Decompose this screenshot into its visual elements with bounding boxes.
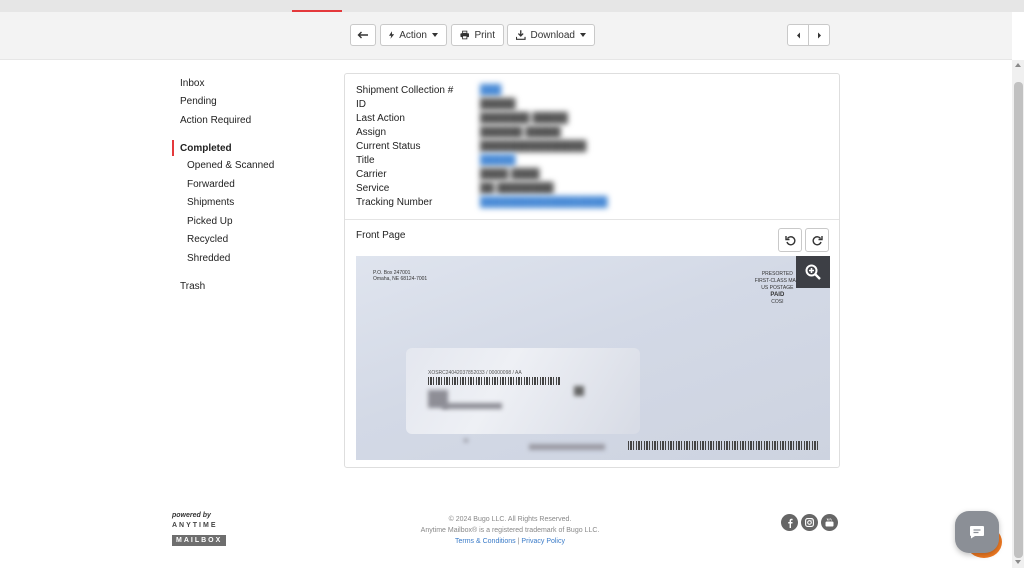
link-separator: | xyxy=(517,538,520,545)
field-value: ███████████████ xyxy=(480,141,587,152)
field-value[interactable]: ███ xyxy=(480,85,501,96)
sidebar-item-forwarded[interactable]: Forwarded xyxy=(187,179,235,190)
toolbar: Action Print Download xyxy=(0,12,1012,60)
sidebar-item-picked-up[interactable]: Picked Up xyxy=(187,216,233,227)
sidebar-item-action-required[interactable]: Action Required xyxy=(180,115,251,126)
chevron-left-icon xyxy=(796,32,800,38)
front-page-label: Front Page xyxy=(356,230,406,241)
sidebar-item-pending[interactable]: Pending xyxy=(180,96,217,107)
field-label: Carrier xyxy=(356,169,387,180)
youtube-link[interactable] xyxy=(821,514,838,531)
facebook-icon xyxy=(787,518,793,528)
download-icon xyxy=(516,30,526,40)
sidebar-item-inbox[interactable]: Inbox xyxy=(180,78,204,89)
next-item-button[interactable] xyxy=(808,24,830,46)
scroll-up-arrow-icon[interactable] xyxy=(1015,63,1021,67)
field-value: ███████ █████ xyxy=(480,113,568,124)
field-value: █████ xyxy=(480,99,516,110)
zoom-in-icon xyxy=(805,264,821,280)
redacted-mark xyxy=(574,386,584,396)
field-value: ████ ████ xyxy=(480,169,540,180)
rotate-right-icon xyxy=(812,235,823,245)
print-button-label: Print xyxy=(474,29,495,41)
back-button[interactable] xyxy=(350,24,376,46)
action-button-label: Action xyxy=(399,29,427,41)
arrow-left-icon xyxy=(357,31,368,39)
postal-barcode xyxy=(628,441,818,450)
facebook-link[interactable] xyxy=(781,514,798,531)
brand-anytime: ANYTIME xyxy=(172,522,218,529)
download-button-label: Download xyxy=(530,29,575,41)
sidebar-item-shredded[interactable]: Shredded xyxy=(187,253,230,264)
top-browser-strip xyxy=(0,0,1024,12)
field-label: Tracking Number xyxy=(356,197,433,208)
chat-icon xyxy=(970,526,984,539)
rotate-left-button[interactable] xyxy=(778,228,802,252)
sidebar-item-trash[interactable]: Trash xyxy=(180,281,205,292)
powered-by-text: powered by xyxy=(172,512,211,519)
trademark-text: Anytime Mailbox® is a registered tradema… xyxy=(420,527,600,534)
field-label: Assign xyxy=(356,127,387,138)
sidebar-item-completed[interactable]: Completed xyxy=(180,143,232,154)
sidebar-active-indicator xyxy=(172,140,174,156)
address-barcode xyxy=(428,377,560,385)
lightning-icon xyxy=(389,31,395,39)
action-button[interactable]: Action xyxy=(380,24,447,46)
field-value: ██ ████████ xyxy=(480,183,554,194)
caret-down-icon xyxy=(580,33,586,37)
field-label: Title xyxy=(356,155,375,166)
rotate-right-button[interactable] xyxy=(805,228,829,252)
instagram-icon xyxy=(805,518,814,527)
field-label: Shipment Collection # xyxy=(356,85,454,96)
printer-icon xyxy=(460,30,470,40)
mark xyxy=(464,439,468,442)
envelope-window: XOSRC24042037852033 / 00000098 / AA xyxy=(406,348,640,434)
chevron-right-icon xyxy=(817,32,821,38)
rotate-left-icon xyxy=(784,235,795,245)
chat-widget-button[interactable] xyxy=(955,511,999,553)
caret-down-icon xyxy=(432,33,438,37)
print-button[interactable]: Print xyxy=(451,24,504,46)
field-label: Last Action xyxy=(356,113,405,124)
sidebar-item-shipments[interactable]: Shipments xyxy=(187,197,234,208)
zoom-button[interactable] xyxy=(796,256,830,288)
footer-legal: © 2024 Bugo LLC. All Rights Reserved. An… xyxy=(340,514,680,547)
scroll-thumb[interactable] xyxy=(1014,82,1023,558)
copyright-text: © 2024 Bugo LLC. All Rights Reserved. xyxy=(448,516,572,523)
sidebar-item-recycled[interactable]: Recycled xyxy=(187,234,228,245)
powered-by-logo: powered by ANYTIME MAILBOX xyxy=(172,512,227,547)
instagram-link[interactable] xyxy=(801,514,818,531)
redacted-address xyxy=(442,403,502,409)
barcode-text: XOSRC24042037852033 / 00000098 / AA xyxy=(428,370,522,376)
terms-link[interactable]: Terms & Conditions xyxy=(455,538,516,545)
field-value: ██████ █████ xyxy=(480,127,561,138)
brand-mailbox: MAILBOX xyxy=(172,535,227,546)
download-button[interactable]: Download xyxy=(507,24,595,46)
card-divider xyxy=(345,219,839,220)
youtube-icon xyxy=(825,518,834,527)
mail-scan-image[interactable]: P.O. Box 247001 Omaha, NE 68124-7001 PRE… xyxy=(356,256,830,460)
field-label: ID xyxy=(356,99,366,110)
field-label: Service xyxy=(356,183,390,194)
scroll-down-arrow-icon[interactable] xyxy=(1015,560,1021,564)
tracking-number-link[interactable]: ██████████████████ xyxy=(480,197,608,208)
field-value: █████ xyxy=(480,155,516,166)
privacy-link[interactable]: Privacy Policy xyxy=(521,538,565,545)
postage-indicia: PRESORTED FIRST-CLASS MAIL US POSTAGE PA… xyxy=(754,271,800,305)
return-address: P.O. Box 247001 Omaha, NE 68124-7001 xyxy=(373,270,428,282)
sidebar-item-opened-scanned[interactable]: Opened & Scanned xyxy=(187,160,274,171)
field-label: Current Status xyxy=(356,141,421,152)
mail-detail-card: Shipment Collection # ███ ID █████ Last … xyxy=(344,73,840,468)
previous-item-button[interactable] xyxy=(787,24,809,46)
redacted-code xyxy=(529,444,605,450)
